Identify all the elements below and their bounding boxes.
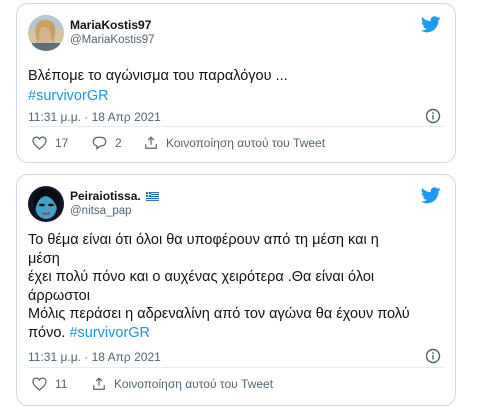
share-button[interactable]: Κοινοποίηση αυτού του Tweet xyxy=(92,377,273,391)
tweet-text-line: μέση xyxy=(28,250,60,267)
heart-icon xyxy=(32,136,47,150)
user-handle[interactable]: @nitsa_pap xyxy=(70,205,132,217)
like-button[interactable]: 11 xyxy=(32,377,67,391)
hashtag-link[interactable]: #survivorGR xyxy=(69,325,150,341)
like-button[interactable]: 17 xyxy=(32,136,68,150)
tweet-timestamp[interactable]: 11:31 μ.μ. · 18 Απρ 2021 xyxy=(28,350,161,364)
tweet-text-line: Μόλις περάσει η αδρεναλίνη από τον αγώνα… xyxy=(28,306,410,322)
tweet-card[interactable]: Peiraiotissa. @nitsa_pap Το θέμα είναι ό… xyxy=(16,174,456,406)
display-name-text: Peiraiotissa. xyxy=(70,189,141,203)
tweet-text-line: Το θέμα είναι ότι όλοι θα υποφέρουν από … xyxy=(28,232,379,248)
tweet-text-line: έχει πολύ πόνο και ο αυχένας χειρότερα .… xyxy=(28,269,375,285)
like-count: 17 xyxy=(55,136,69,150)
tweet-text-fragment: πόνο. xyxy=(28,324,66,341)
reply-count: 2 xyxy=(115,136,122,150)
tweet-text-line: άρρωστοι xyxy=(28,287,90,304)
share-label: Κοινοποίηση αυτού του Tweet xyxy=(114,377,274,391)
share-label: Κοινοποίηση αυτού του Tweet xyxy=(166,136,326,150)
share-button[interactable]: Κοινοποίηση αυτού του Tweet xyxy=(144,136,325,150)
tweet-actions: 17 2 Κοινοποίηση αυτού του Tweet xyxy=(28,126,444,153)
twitter-bird-icon[interactable] xyxy=(421,16,441,33)
tweet-text-line: πόνο. #survivorGR xyxy=(28,324,448,343)
reply-icon xyxy=(92,136,107,150)
avatar[interactable] xyxy=(28,15,64,51)
greek-flag-icon xyxy=(146,191,160,201)
share-icon xyxy=(145,136,157,149)
info-icon[interactable] xyxy=(425,348,441,364)
display-name[interactable]: MariaKostis97 xyxy=(70,18,151,32)
twitter-bird-icon[interactable] xyxy=(421,187,441,204)
avatar[interactable] xyxy=(28,186,64,222)
tweet-text-line: Βλέπομε το αγώνισμα του παραλόγου ... xyxy=(28,68,288,84)
tweet-card[interactable]: MariaKostis97 @MariaKostis97 Βλέπομε το … xyxy=(16,3,456,163)
tweet-text: Το θέμα είναι ότι όλοι θα υποφέρουν από … xyxy=(28,231,448,342)
tweet-timestamp[interactable]: 11:31 μ.μ. · 18 Απρ 2021 xyxy=(28,110,161,124)
display-name[interactable]: Peiraiotissa. xyxy=(70,189,160,203)
like-count: 11 xyxy=(55,377,68,391)
tweet-actions: 11 Κοινοποίηση αυτού του Tweet xyxy=(28,367,444,394)
tweet-text: Βλέπομε το αγώνισμα του παραλόγου ... #s… xyxy=(28,66,448,106)
reply-button[interactable]: 2 xyxy=(92,136,122,150)
hashtag-link[interactable]: #survivorGR xyxy=(28,86,448,106)
info-icon[interactable] xyxy=(425,108,441,124)
heart-icon xyxy=(32,377,47,391)
share-icon xyxy=(93,377,105,390)
user-handle[interactable]: @MariaKostis97 xyxy=(70,34,155,46)
